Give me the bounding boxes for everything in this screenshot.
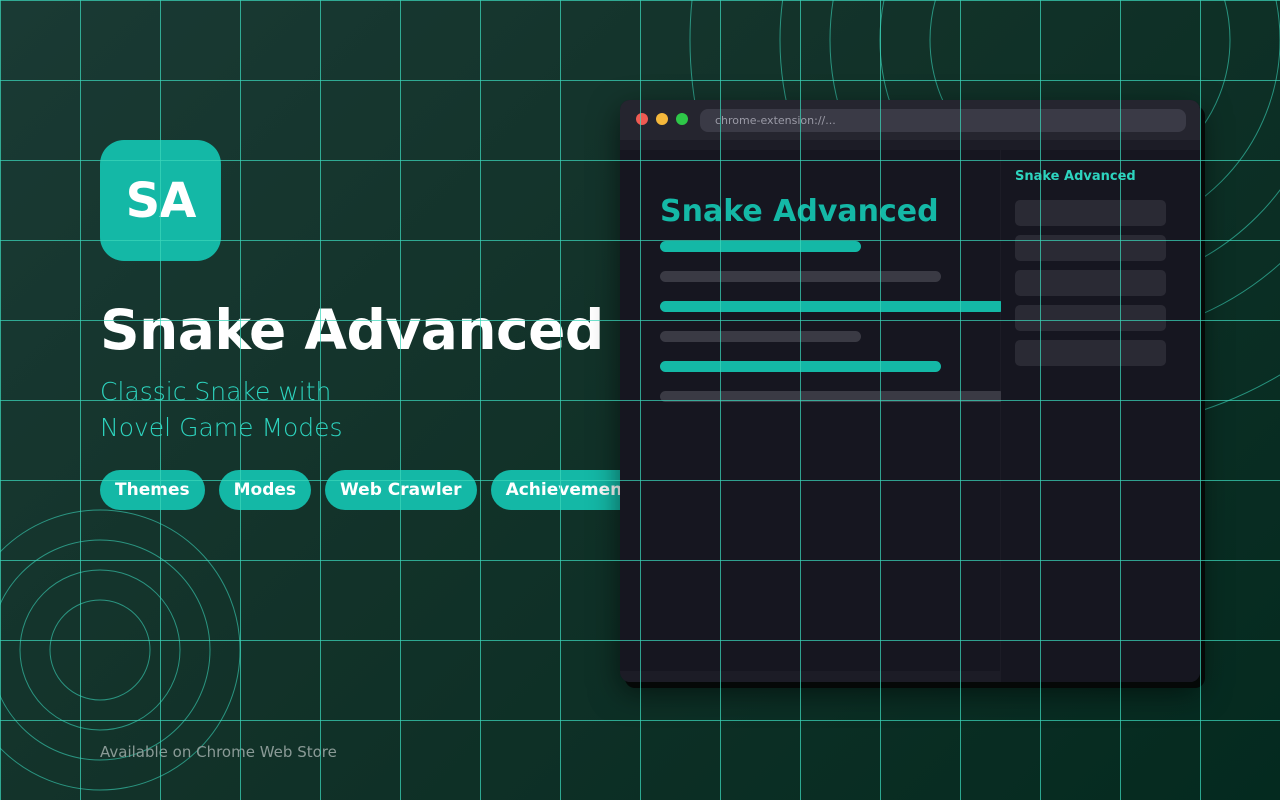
app-title: Snake Advanced — [100, 298, 604, 362]
placeholder-line — [660, 361, 941, 372]
tag-web-crawler: Web Crawler — [325, 470, 477, 510]
close-dot-icon — [636, 113, 648, 125]
side-panel-item — [1015, 305, 1166, 331]
main-pane: Snake Advanced — [620, 150, 1005, 671]
logo-text: SA — [125, 172, 197, 229]
browser-window-mockup: chrome-extension://... Snake Advanced Sn… — [620, 100, 1200, 682]
tag-modes: Modes — [218, 470, 312, 510]
side-panel-item — [1015, 235, 1166, 261]
placeholder-line — [660, 241, 861, 252]
placeholder-line — [660, 331, 861, 342]
app-subtitle: Classic Snake with Novel Game Modes — [100, 374, 343, 446]
side-panel-item — [1015, 200, 1166, 226]
browser-titlebar: chrome-extension://... — [620, 100, 1200, 140]
feature-tags: Themes Modes Web Crawler Achievements — [100, 470, 656, 510]
store-availability-note: Available on Chrome Web Store — [100, 743, 337, 761]
mockup-heading: Snake Advanced — [660, 194, 939, 229]
placeholder-line — [660, 391, 1005, 402]
side-panel-item — [1015, 340, 1166, 366]
maximize-dot-icon — [676, 113, 688, 125]
side-panel-title: Snake Advanced — [1015, 169, 1136, 184]
subtitle-line-2: Novel Game Modes — [100, 413, 343, 442]
browser-content: Snake Advanced Snake Advanced — [620, 140, 1200, 682]
tag-themes: Themes — [100, 470, 205, 510]
minimize-dot-icon — [656, 113, 668, 125]
address-bar: chrome-extension://... — [700, 109, 1186, 132]
side-panel: Snake Advanced — [1001, 150, 1200, 682]
placeholder-line — [660, 271, 941, 282]
subtitle-line-1: Classic Snake with — [100, 377, 332, 406]
side-panel-item — [1015, 270, 1166, 296]
placeholder-line — [660, 301, 1005, 312]
app-logo: SA — [100, 140, 221, 261]
